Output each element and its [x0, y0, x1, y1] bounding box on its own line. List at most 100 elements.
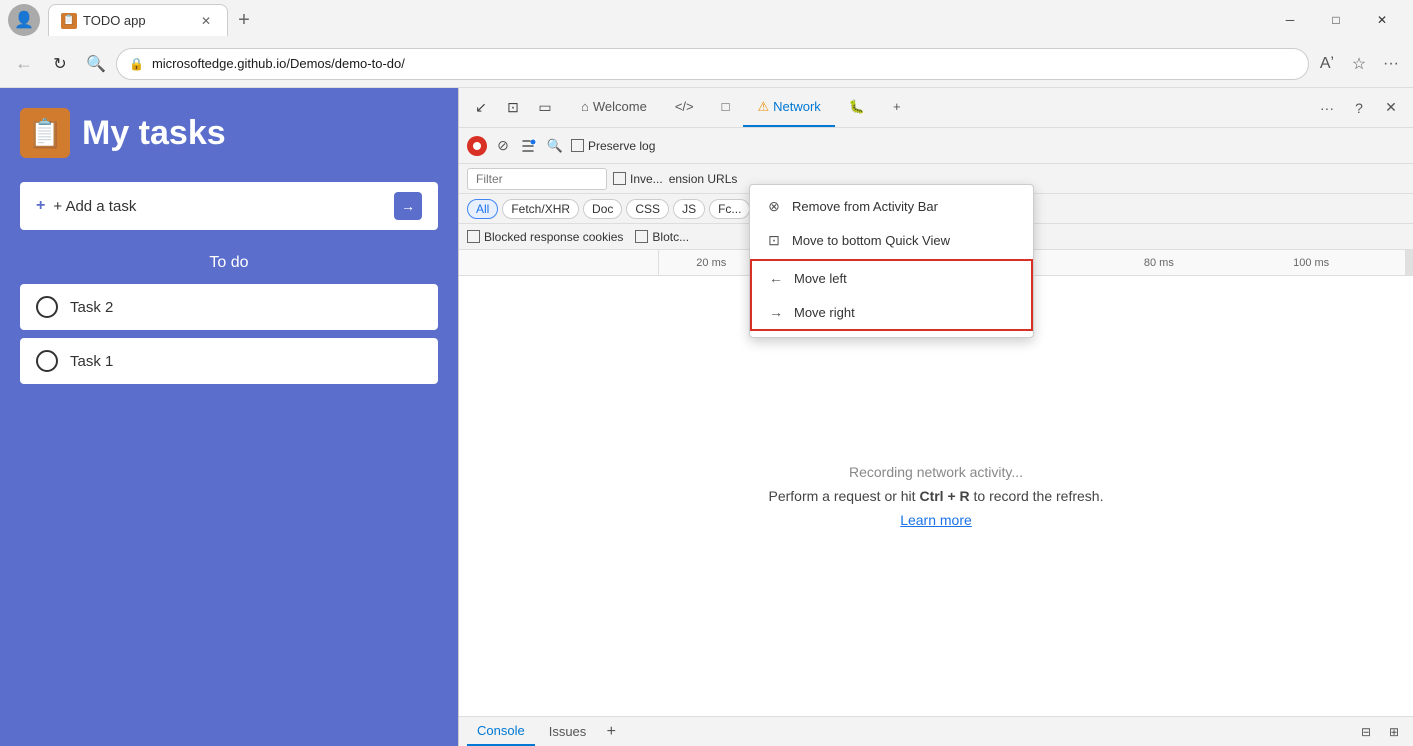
perform-post: to record the refresh. [970, 488, 1104, 504]
bottom-bar: Console Issues + ⊟ ⊞ [459, 716, 1413, 746]
ctx-highlighted-section: ← Move left → Move right [750, 259, 1033, 331]
device-icon[interactable]: ⊡ [499, 94, 527, 122]
chip-js[interactable]: JS [673, 199, 705, 219]
tl-marker-100: 100 ms [1293, 257, 1329, 269]
task-label: Task 2 [70, 299, 113, 316]
ctx-item-move-left[interactable]: ← Move left [752, 261, 1031, 295]
search-btn[interactable]: 🔍 [545, 136, 565, 156]
devtools-close-btn[interactable]: ✕ [1377, 94, 1405, 122]
url-text: microsoftedge.github.io/Demos/demo-to-do… [152, 56, 1296, 71]
add-task-btn[interactable]: + + Add a task → [20, 182, 438, 230]
bottom-add-btn[interactable]: + [600, 721, 622, 743]
add-task-label: + Add a task [53, 198, 386, 215]
task-circle-icon-2 [36, 350, 58, 372]
ctx-item-move-right[interactable]: → Move right [752, 295, 1031, 329]
invert-row: Inve... [613, 172, 663, 186]
tab-close-btn[interactable]: ✕ [197, 12, 215, 30]
chip-doc[interactable]: Doc [583, 199, 622, 219]
tab-sources[interactable]: □ [708, 89, 744, 127]
tab-network-label: Network [773, 99, 821, 114]
favorites-icon[interactable]: ☆ [1345, 50, 1373, 78]
search-web-btn[interactable]: 🔍 [80, 48, 112, 80]
main-area: 📋 My tasks + + Add a task → To do Task 2… [0, 88, 1413, 746]
blocked-cookies-checkbox[interactable] [467, 230, 480, 243]
bottom-tab-issues[interactable]: Issues [539, 718, 597, 746]
chip-fetch-xhr[interactable]: Fetch/XHR [502, 199, 579, 219]
bottom-right-icons: ⊟ ⊞ [1355, 721, 1405, 743]
profile-icon[interactable]: 👤 [8, 4, 40, 36]
address-right-icons: Aʼ ☆ ··· [1313, 50, 1405, 78]
devtools-icon-toolbar: ↙ ⊡ ▭ ⌂ Welcome </> □ ⚠ [459, 88, 1413, 128]
record-inner [473, 142, 481, 150]
extension-urls-label: ension URLs [669, 172, 738, 186]
ctrl-r-text: Ctrl + R [919, 488, 969, 504]
more-icon[interactable]: ··· [1377, 50, 1405, 78]
task-item-1[interactable]: Task 1 [20, 338, 438, 384]
welcome-home-icon: ⌂ [581, 99, 589, 114]
tl-marker-20: 20 ms [696, 257, 726, 269]
task-item-2[interactable]: Task 2 [20, 284, 438, 330]
chip-css[interactable]: CSS [626, 199, 669, 219]
blocked-other-label: Blotc... [652, 230, 689, 244]
move-bottom-icon: ⊡ [766, 232, 782, 248]
app-icon: 📋 [20, 108, 70, 158]
task-circle-icon [36, 296, 58, 318]
filter-settings-btn[interactable] [519, 136, 539, 156]
ctx-move-bottom-label: Move to bottom Quick View [792, 233, 950, 248]
v-scrollbar[interactable] [1405, 250, 1413, 275]
ctx-move-right-label: Move right [794, 305, 855, 320]
sidebar-icon[interactable]: ▭ [531, 94, 559, 122]
browser-chrome: 👤 📋 TODO app ✕ + ─ □ ✕ ← ↻ 🔍 🔒 microsoft… [0, 0, 1413, 746]
bottom-icon-2[interactable]: ⊞ [1383, 721, 1405, 743]
read-aloud-icon[interactable]: Aʼ [1313, 50, 1341, 78]
move-right-icon: → [768, 304, 784, 320]
back-btn[interactable]: ← [8, 48, 40, 80]
devtools-right-icons: ··· ? ✕ [1313, 94, 1405, 122]
task-label-2: Task 1 [70, 353, 113, 370]
devtools-help-btn[interactable]: ? [1345, 94, 1373, 122]
record-btn[interactable] [467, 136, 487, 156]
perform-pre: Perform a request or hit [769, 488, 920, 504]
minimize-btn[interactable]: ─ [1267, 5, 1313, 35]
tab-network[interactable]: ⚠ Network [743, 89, 834, 127]
tab-welcome[interactable]: ⌂ Welcome [567, 89, 661, 127]
address-bar[interactable]: 🔒 microsoftedge.github.io/Demos/demo-to-… [116, 48, 1309, 80]
tab-welcome-label: Welcome [593, 99, 647, 114]
tab-elements[interactable]: </> [661, 89, 708, 127]
tab-elements-label: </> [675, 99, 694, 114]
clear-btn[interactable]: ⊘ [493, 136, 513, 156]
browser-tab[interactable]: 📋 TODO app ✕ [48, 4, 228, 36]
learn-more-link[interactable]: Learn more [900, 512, 972, 528]
bottom-tab-console[interactable]: Console [467, 718, 535, 746]
chip-font[interactable]: Fc... [709, 199, 750, 219]
inspect-icon[interactable]: ↙ [467, 94, 495, 122]
chip-all[interactable]: All [467, 199, 498, 219]
preserve-log-row: Preserve log [571, 139, 655, 153]
devtools-more-btn[interactable]: ··· [1313, 94, 1341, 122]
close-btn[interactable]: ✕ [1359, 5, 1405, 35]
blocked-other-checkbox[interactable] [635, 230, 648, 243]
plus-icon: + [36, 197, 45, 215]
preserve-log-checkbox[interactable] [571, 139, 584, 152]
bottom-icon-1[interactable]: ⊟ [1355, 721, 1377, 743]
refresh-btn[interactable]: ↻ [44, 48, 76, 80]
invert-checkbox[interactable] [613, 172, 626, 185]
tab-add-icon: + [893, 99, 901, 114]
devtools-tabs: ⌂ Welcome </> □ ⚠ Network 🐛 [567, 88, 915, 128]
recording-text: Recording network activity... [849, 464, 1023, 480]
new-tab-btn[interactable]: + [228, 4, 260, 36]
add-task-arrow-icon: → [394, 192, 422, 220]
maximize-btn[interactable]: □ [1313, 5, 1359, 35]
move-left-icon: ← [768, 270, 784, 286]
devtools-panel: ↙ ⊡ ▭ ⌂ Welcome </> □ ⚠ [458, 88, 1413, 746]
network-warning-icon: ⚠ [757, 99, 769, 115]
tab-add[interactable]: + [879, 89, 915, 127]
ctx-remove-label: Remove from Activity Bar [792, 199, 938, 214]
ctx-item-remove[interactable]: ⊗ Remove from Activity Bar [750, 189, 1033, 223]
window-controls: ─ □ ✕ [1267, 5, 1405, 35]
tab-performance[interactable]: 🐛 [835, 89, 879, 127]
blocked-cookies-label: Blocked response cookies [484, 230, 623, 244]
ctx-item-move-bottom[interactable]: ⊡ Move to bottom Quick View [750, 223, 1033, 257]
filter-input[interactable] [467, 168, 607, 190]
ctx-move-left-label: Move left [794, 271, 847, 286]
